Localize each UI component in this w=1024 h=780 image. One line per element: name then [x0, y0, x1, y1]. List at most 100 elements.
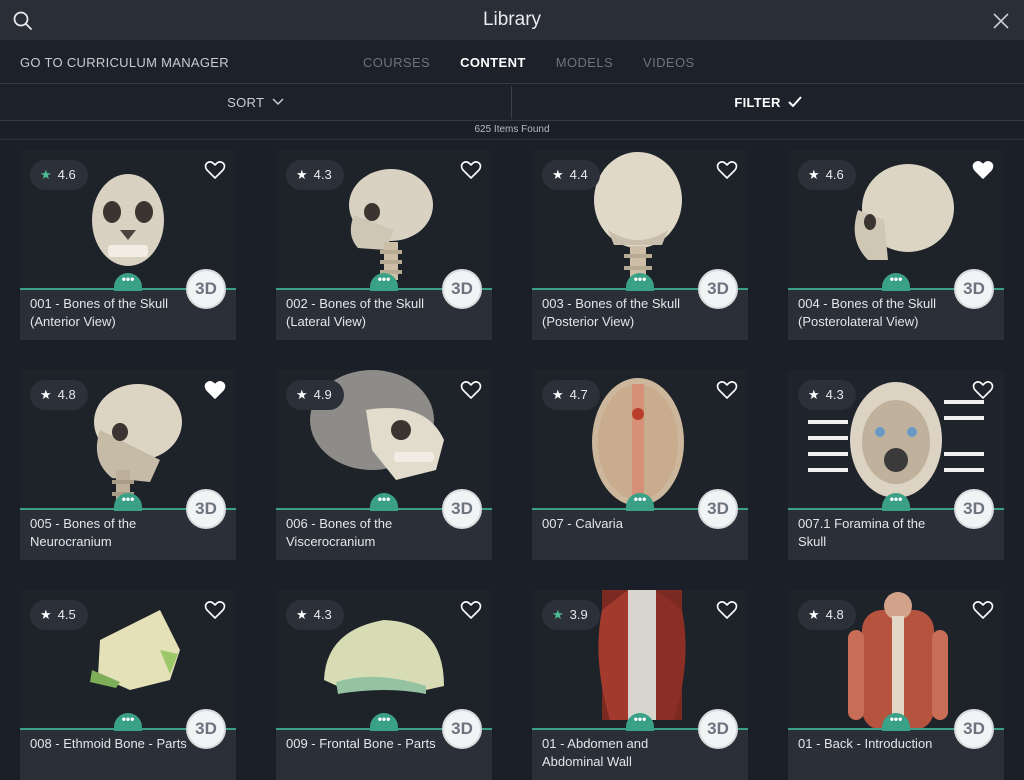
divider [0, 139, 1024, 140]
close-icon[interactable] [990, 10, 1012, 32]
rating-badge: ★ 3.9 [542, 600, 600, 630]
3d-badge-icon[interactable]: 3D [698, 489, 738, 529]
rating-value: 4.6 [825, 167, 844, 182]
heart-icon[interactable] [716, 600, 738, 620]
heart-icon[interactable] [716, 160, 738, 180]
sort-label: SORT [227, 95, 264, 110]
card-title: 008 - Ethmoid Bone - Parts [30, 735, 190, 753]
3d-badge-icon[interactable]: 3D [442, 489, 482, 529]
card-title-line1: 001 - Bones of the Skull [30, 296, 169, 311]
star-icon: ★ [296, 607, 308, 622]
content-card[interactable]: ★ 4.5 ••• 3D 008 - Ethmoid Bone - Parts [20, 590, 236, 780]
3d-badge-icon[interactable]: 3D [954, 269, 994, 309]
rating-badge: ★ 4.4 [542, 160, 600, 190]
card-title-line1: 01 - Back - Introduction [798, 736, 933, 751]
heart-icon[interactable] [460, 380, 482, 400]
card-title-line2: Neurocranium [30, 534, 112, 549]
content-card[interactable]: ★ 4.7 ••• 3D 007 - Calvaria [532, 370, 748, 560]
3d-badge-icon[interactable]: 3D [186, 709, 226, 749]
heart-icon[interactable] [204, 160, 226, 180]
star-icon: ★ [808, 607, 820, 622]
heart-icon[interactable] [972, 160, 994, 180]
rating-badge: ★ 4.9 [286, 380, 344, 410]
chevron-down-icon [272, 98, 284, 106]
card-title-line1: 006 - Bones of the [286, 516, 393, 531]
content-card[interactable]: ★ 4.8 ••• 3D 005 - Bones of the Neurocranium [20, 370, 236, 560]
tab-content[interactable]: CONTENT [460, 55, 526, 70]
tab-courses[interactable]: COURSES [363, 55, 430, 70]
card-title: 002 - Bones of the Skull (Lateral View) [286, 295, 446, 331]
3d-badge-icon[interactable]: 3D [186, 269, 226, 309]
card-title-line2: (Posterior View) [542, 314, 635, 329]
star-icon: ★ [40, 167, 52, 182]
rating-value: 4.6 [57, 167, 76, 182]
heart-icon[interactable] [716, 380, 738, 400]
card-title: 005 - Bones of the Neurocranium [30, 515, 190, 551]
filter-button[interactable]: FILTER [512, 95, 1024, 110]
card-title-line1: 007 - Calvaria [542, 516, 623, 531]
3d-badge-icon[interactable]: 3D [442, 269, 482, 309]
content-tabs: COURSES CONTENT MODELS VIDEOS [340, 55, 725, 70]
filter-label: FILTER [734, 95, 781, 110]
rating-badge: ★ 4.6 [30, 160, 88, 190]
3d-badge-icon[interactable]: 3D [186, 489, 226, 529]
star-icon: ★ [296, 387, 308, 402]
star-icon: ★ [808, 167, 820, 182]
3d-badge-icon[interactable]: 3D [954, 709, 994, 749]
card-title-line2: (Lateral View) [286, 314, 366, 329]
content-card[interactable]: ★ 4.4 ••• 3D 003 - Bones of the Skull (Poster… [532, 150, 748, 340]
card-title: 01 - Back - Introduction [798, 735, 958, 753]
card-title-line1: 007.1 Foramina of the [798, 516, 926, 531]
card-title-line2: (Anterior View) [30, 314, 116, 329]
card-title: 004 - Bones of the Skull (Posterolateral … [798, 295, 958, 331]
rating-value: 4.8 [825, 607, 844, 622]
heart-icon[interactable] [460, 160, 482, 180]
content-card[interactable]: ★ 4.3 ••• 3D 009 - Frontal Bone - Parts [276, 590, 492, 780]
3d-badge-icon[interactable]: 3D [442, 709, 482, 749]
3d-badge-icon[interactable]: 3D [698, 709, 738, 749]
3d-badge-icon[interactable]: 3D [954, 489, 994, 529]
rating-value: 4.3 [313, 167, 332, 182]
rating-badge: ★ 4.8 [30, 380, 88, 410]
content-card[interactable]: ★ 4.9 ••• 3D 006 - Bones of the Viscerocraniu… [276, 370, 492, 560]
star-icon: ★ [552, 607, 564, 622]
content-card[interactable]: ★ 3.9 ••• 3D 01 - Abdomen and Abdominal Wall [532, 590, 748, 780]
nav-bar: GO TO CURRICULUM MANAGER COURSES CONTENT… [0, 40, 1024, 84]
3d-badge-icon[interactable]: 3D [698, 269, 738, 309]
star-icon: ★ [296, 167, 308, 182]
card-title-line2: Abdominal Wall [542, 754, 632, 769]
star-icon: ★ [40, 387, 52, 402]
top-bar: Library [0, 0, 1024, 40]
heart-icon[interactable] [204, 380, 226, 400]
card-title: 01 - Abdomen and Abdominal Wall [542, 735, 702, 771]
content-card[interactable]: ★ 4.6 ••• 3D 001 - Bones of the Skull (Anteri… [20, 150, 236, 340]
content-card[interactable]: ★ 4.6 ••• 3D 004 - Bones of the Skull (Poster… [788, 150, 1004, 340]
curriculum-manager-link[interactable]: GO TO CURRICULUM MANAGER [20, 55, 229, 70]
rating-value: 4.3 [825, 387, 844, 402]
card-title-line1: 01 - Abdomen and [542, 736, 649, 751]
star-icon: ★ [552, 167, 564, 182]
rating-badge: ★ 4.8 [798, 600, 856, 630]
page-title: Library [482, 9, 542, 30]
card-title-line2: Viscerocranium [286, 534, 376, 549]
rating-badge: ★ 4.6 [798, 160, 856, 190]
heart-icon[interactable] [204, 600, 226, 620]
rating-badge: ★ 4.3 [286, 600, 344, 630]
content-card[interactable]: ★ 4.8 ••• 3D 01 - Back - Introduction [788, 590, 1004, 780]
rating-value: 3.9 [569, 607, 588, 622]
heart-icon[interactable] [972, 600, 994, 620]
content-card[interactable]: ★ 4.3 ••• 3D 007.1 Foramina of the Skull [788, 370, 1004, 560]
tab-models[interactable]: MODELS [556, 55, 613, 70]
sort-button[interactable]: SORT [0, 95, 511, 110]
tab-videos[interactable]: VIDEOS [643, 55, 695, 70]
content-card[interactable]: ★ 4.3 ••• 3D 002 - Bones of the Skull (Latera… [276, 150, 492, 340]
card-title-line1: 003 - Bones of the Skull [542, 296, 681, 311]
star-icon: ★ [552, 387, 564, 402]
rating-value: 4.5 [57, 607, 76, 622]
card-title-line1: 005 - Bones of the [30, 516, 137, 531]
card-title-line1: 009 - Frontal Bone - Parts [286, 736, 436, 751]
checkmark-icon [787, 96, 802, 108]
heart-icon[interactable] [460, 600, 482, 620]
card-title: 009 - Frontal Bone - Parts [286, 735, 446, 753]
heart-icon[interactable] [972, 380, 994, 400]
